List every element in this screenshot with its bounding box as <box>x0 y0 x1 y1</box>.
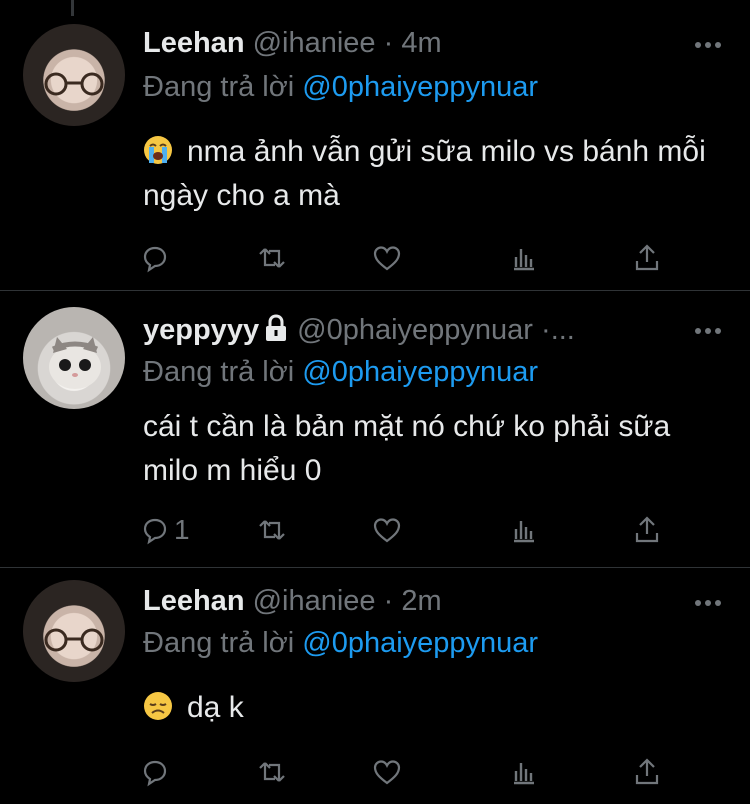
heart-icon <box>373 760 401 785</box>
reply-count: 1 <box>174 514 190 545</box>
tweet[interactable]: Leehan @ihaniee · 4m Đang trả lời @0phai… <box>0 0 750 290</box>
tweet-text-content: dạ k <box>187 691 244 724</box>
reply-icon <box>143 246 167 273</box>
reply-context: Đang trả lời @0phaiyeppynuar <box>143 626 538 660</box>
share-icon <box>635 758 659 785</box>
avatar[interactable] <box>23 24 125 126</box>
glasses-icon <box>44 72 104 96</box>
retweet-icon <box>259 762 285 782</box>
timestamp[interactable]: 2m <box>401 585 441 617</box>
tweet-actions <box>140 754 680 790</box>
reply-prefix: Đang trả lời <box>143 356 295 388</box>
avatar[interactable] <box>23 580 125 682</box>
share-button[interactable] <box>632 512 662 548</box>
tweet-text-content: cái t cần là bản mặt nó chứ ko phải sữa … <box>143 410 671 487</box>
analytics-icon <box>514 521 534 543</box>
tweet-text-content: nma ảnh vẫn gửi sữa milo vs bánh mỗi ngà… <box>143 135 706 212</box>
retweet-button[interactable] <box>257 512 287 548</box>
heart-icon <box>373 246 401 271</box>
tweet-header: Leehan @ihaniee · 4m <box>143 26 442 60</box>
reply-icon <box>143 518 167 545</box>
reply-prefix: Đang trả lời <box>143 627 295 659</box>
user-handle[interactable]: @ihaniee <box>253 27 376 59</box>
user-handle[interactable]: @ihaniee <box>253 585 376 617</box>
share-icon <box>635 516 659 543</box>
share-button[interactable] <box>632 754 662 790</box>
display-name[interactable]: yeppyyy <box>143 314 259 346</box>
timestamp[interactable]: 4m <box>401 27 441 59</box>
analytics-button[interactable] <box>509 754 539 790</box>
reply-context: Đang trả lời @0phaiyeppynuar <box>143 355 538 389</box>
tweet-text: cái t cần là bản mặt nó chứ ko phải sữa … <box>143 405 733 493</box>
user-handle[interactable]: @0phaiyeppynuar <box>297 314 533 346</box>
reply-button[interactable]: 1 <box>140 512 190 548</box>
reply-icon <box>143 760 167 787</box>
retweet-icon <box>259 248 285 268</box>
reply-button[interactable] <box>140 240 174 276</box>
tweet-header: Leehan @ihaniee · 2m <box>143 584 442 618</box>
tweet-text: nma ảnh vẫn gửi sữa milo vs bánh mỗi ngà… <box>143 130 733 218</box>
tweet-header: yeppyyy @0phaiyeppynuar ·... <box>143 313 575 347</box>
loudly-crying-face-icon <box>144 136 172 164</box>
reply-prefix: Đang trả lời <box>143 71 295 103</box>
glasses-icon <box>44 628 104 652</box>
like-button[interactable] <box>372 240 402 276</box>
tweet-text: dạ k <box>143 686 733 730</box>
separator-dot: ·... <box>541 314 575 346</box>
avatar[interactable] <box>23 307 125 409</box>
analytics-button[interactable] <box>509 240 539 276</box>
retweet-button[interactable] <box>257 240 287 276</box>
kitten-icon <box>49 337 101 389</box>
more-options-icon[interactable] <box>694 598 722 608</box>
retweet-button[interactable] <box>257 754 287 790</box>
separator-dot: · <box>383 585 394 617</box>
share-icon <box>635 244 659 271</box>
like-button[interactable] <box>372 512 402 548</box>
share-button[interactable] <box>632 240 662 276</box>
display-name[interactable]: Leehan <box>143 27 245 59</box>
disappointed-face-icon <box>144 692 172 720</box>
more-options-icon[interactable] <box>694 326 722 336</box>
tweet[interactable]: yeppyyy @0phaiyeppynuar ·... Đang trả lờ… <box>0 291 750 568</box>
display-name[interactable]: Leehan <box>143 585 245 617</box>
analytics-icon <box>514 763 534 785</box>
reply-handle-link[interactable]: @0phaiyeppynuar <box>302 627 538 659</box>
reply-button[interactable] <box>140 754 174 790</box>
heart-icon <box>373 518 401 543</box>
reply-context: Đang trả lời @0phaiyeppynuar <box>143 70 538 104</box>
tweet-actions <box>140 240 680 276</box>
more-options-icon[interactable] <box>694 40 722 50</box>
lock-icon <box>266 314 287 341</box>
analytics-button[interactable] <box>509 512 539 548</box>
tweet[interactable]: Leehan @ihaniee · 2m Đang trả lời @0phai… <box>0 568 750 804</box>
retweet-icon <box>259 520 285 540</box>
separator-dot: · <box>383 27 394 59</box>
like-button[interactable] <box>372 754 402 790</box>
reply-handle-link[interactable]: @0phaiyeppynuar <box>302 71 538 103</box>
analytics-icon <box>514 249 534 271</box>
tweet-actions: 1 <box>140 512 680 548</box>
reply-handle-link[interactable]: @0phaiyeppynuar <box>302 356 538 388</box>
